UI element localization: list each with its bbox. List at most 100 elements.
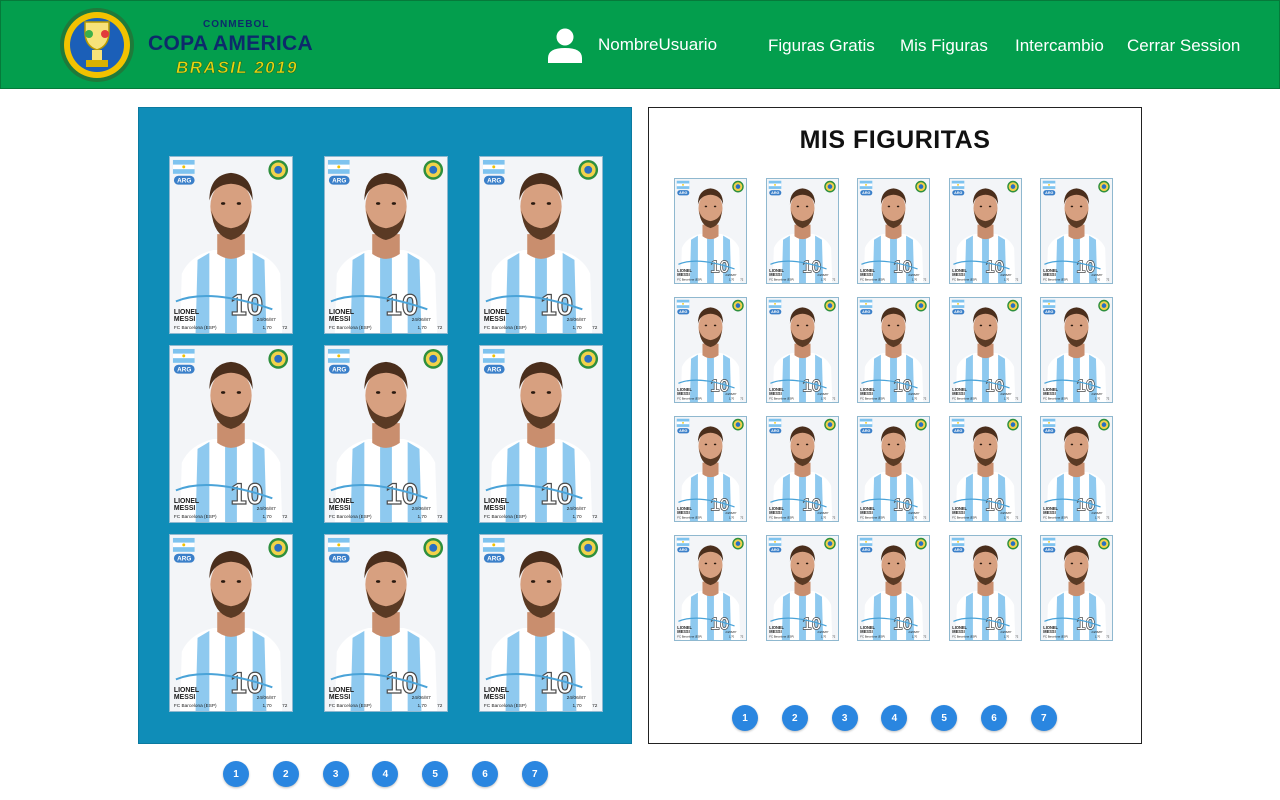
player-sticker-image: ARG 10 LIONEL MESSI 24/06/87 FC Barcelon… — [480, 346, 602, 522]
sticker-team-text: ARG — [487, 556, 501, 563]
album-sticker-3[interactable]: ARG 10 LIONEL MESSI 24/06/87 FC Barcelon… — [479, 156, 603, 334]
copa-logo-icon — [1006, 299, 1019, 312]
nav-figuras-gratis[interactable]: Figuras Gratis — [768, 36, 875, 56]
album-sticker-8[interactable]: ARG 10 LIONEL MESSI 24/06/87 FC Barcelon… — [324, 534, 448, 712]
sticker-weight-text: 72 — [282, 514, 288, 520]
argentina-flag-icon — [768, 180, 781, 189]
collection-sticker-4[interactable]: ARG 10 LIONEL MESSI 24/06/87 FC Barcelon… — [948, 178, 1022, 284]
collection-sticker-6[interactable]: ARG 10 LIONEL MESSI 24/06/87 FC Barcelon… — [674, 297, 747, 403]
copa-america-logo[interactable]: CONMEBOL COPA AMERICA BRASIL 2019 — [59, 4, 319, 86]
collection-page-button-4[interactable]: 4 — [881, 705, 908, 731]
sticker-team-text: ARG — [862, 310, 870, 314]
copa-logo-icon — [732, 418, 744, 431]
collection-sticker-5[interactable]: ARG 10 LIONEL MESSI 24/06/87 FC Barcelon… — [1040, 178, 1113, 284]
argentina-flag-icon — [327, 159, 350, 174]
sticker-last-text: MESSI — [677, 391, 689, 396]
sticker-birth-text: 24/06/87 — [412, 695, 431, 701]
album-page-button-3[interactable]: 3 — [322, 761, 349, 787]
user-menu[interactable]: NombreUsuario — [546, 25, 717, 65]
collection-sticker-9[interactable]: ARG 10 LIONEL MESSI 24/06/87 FC Barcelon… — [948, 297, 1022, 403]
collection-page-button-2[interactable]: 2 — [781, 705, 808, 731]
album-page-button-7[interactable]: 7 — [521, 761, 548, 787]
collection-sticker-11[interactable]: ARG 10 LIONEL MESSI 24/06/87 FC Barcelon… — [674, 416, 747, 522]
sticker-birth-text: 24/06/87 — [1000, 630, 1011, 634]
collection-sticker-15[interactable]: ARG 10 LIONEL MESSI 24/06/87 FC Barcelon… — [1040, 416, 1113, 522]
sticker-height-text: 1,70 — [572, 514, 582, 520]
player-sticker-image: ARG 10 LIONEL MESSI 24/06/87 FC Barcelon… — [675, 536, 746, 640]
album-sticker-2[interactable]: ARG 10 LIONEL MESSI 24/06/87 FC Barcelon… — [324, 156, 448, 334]
album-sticker-1[interactable]: ARG 10 LIONEL MESSI 24/06/87 FC Barcelon… — [169, 156, 293, 334]
album-page-button-2[interactable]: 2 — [272, 761, 299, 787]
player-sticker-image: ARG 10 LIONEL MESSI 24/06/87 FC Barcelon… — [949, 179, 1021, 283]
player-sticker-image: ARG 10 LIONEL MESSI 24/06/87 FC Barcelon… — [325, 535, 447, 711]
argentina-flag-icon — [1042, 537, 1056, 546]
album-page-button-4[interactable]: 4 — [372, 761, 399, 787]
collection-page-button-6[interactable]: 6 — [980, 705, 1007, 731]
sticker-height-text: 1,70 — [729, 635, 735, 639]
album-sticker-5[interactable]: ARG 10 LIONEL MESSI 24/06/87 FC Barcelon… — [324, 345, 448, 523]
album-page-button-1[interactable]: 1 — [223, 761, 249, 787]
player-sticker-image: ARG 10 LIONEL MESSI 24/06/87 FC Barcelon… — [949, 298, 1021, 402]
player-sticker-image: ARG 10 LIONEL MESSI 24/06/87 FC Barcelon… — [949, 417, 1021, 521]
album-sticker-4[interactable]: ARG 10 LIONEL MESSI 24/06/87 FC Barcelon… — [169, 345, 293, 523]
sticker-last-text: MESSI — [952, 391, 964, 396]
album-sticker-6[interactable]: ARG 10 LIONEL MESSI 24/06/87 FC Barcelon… — [479, 345, 603, 523]
copa-logo-icon — [823, 418, 836, 431]
nav-mis-figuras[interactable]: Mis Figuras — [900, 36, 988, 56]
collection-sticker-8[interactable]: ARG 10 LIONEL MESSI 24/06/87 FC Barcelon… — [857, 297, 930, 403]
collection-page-button-7[interactable]: 7 — [1030, 705, 1057, 731]
sticker-club-text: FC Barcelona (ESP) — [860, 635, 885, 639]
player-sticker-image: ARG 10 LIONEL MESSI 24/06/87 FC Barcelon… — [1041, 179, 1112, 283]
album-sticker-7[interactable]: ARG 10 LIONEL MESSI 24/06/87 FC Barcelon… — [169, 534, 293, 712]
sticker-birth-text: 24/06/87 — [908, 630, 919, 634]
player-sticker-image: ARG 10 LIONEL MESSI 24/06/87 FC Barcelon… — [858, 417, 929, 521]
sticker-birth-text: 24/06/87 — [1000, 392, 1011, 396]
player-sticker-image: ARG 10 LIONEL MESSI 24/06/87 FC Barcelon… — [766, 179, 838, 283]
sticker-team-text: ARG — [862, 548, 870, 552]
sticker-weight-text: 72 — [1015, 516, 1019, 520]
collection-sticker-20[interactable]: ARG 10 LIONEL MESSI 24/06/87 FC Barcelon… — [1040, 535, 1113, 641]
collection-sticker-16[interactable]: ARG 10 LIONEL MESSI 24/06/87 FC Barcelon… — [674, 535, 747, 641]
collection-sticker-13[interactable]: ARG 10 LIONEL MESSI 24/06/87 FC Barcelon… — [857, 416, 930, 522]
sticker-height-text: 1,70 — [417, 703, 427, 709]
collection-sticker-10[interactable]: ARG 10 LIONEL MESSI 24/06/87 FC Barcelon… — [1040, 297, 1113, 403]
collection-page-button-5[interactable]: 5 — [931, 705, 958, 731]
copa-logo-icon — [915, 299, 927, 312]
sticker-last-text: MESSI — [484, 694, 505, 701]
sticker-height-text: 1,70 — [262, 703, 272, 709]
sticker-weight-text: 72 — [923, 635, 927, 639]
sticker-weight-text: 72 — [1015, 397, 1019, 401]
collection-sticker-3[interactable]: ARG 10 LIONEL MESSI 24/06/87 FC Barcelon… — [857, 178, 930, 284]
album-page-button-6[interactable]: 6 — [471, 761, 498, 787]
copa-logo-icon — [1006, 180, 1019, 193]
sticker-team-text: ARG — [332, 556, 346, 563]
collection-page-button-3[interactable]: 3 — [831, 705, 858, 731]
sticker-club-text: FC Barcelona (ESP) — [329, 703, 372, 709]
sticker-last-text: MESSI — [484, 316, 505, 323]
collection-sticker-14[interactable]: ARG 10 LIONEL MESSI 24/06/87 FC Barcelon… — [948, 416, 1022, 522]
sticker-birth-text: 24/06/87 — [1000, 511, 1011, 515]
sticker-height-text: 1,70 — [912, 635, 918, 639]
collection-sticker-2[interactable]: ARG 10 LIONEL MESSI 24/06/87 FC Barcelon… — [765, 178, 839, 284]
nav-intercambio[interactable]: Intercambio — [1015, 36, 1104, 56]
argentina-flag-icon — [172, 537, 195, 552]
sticker-last-text: MESSI — [174, 316, 195, 323]
sticker-club-text: FC Barcelona (ESP) — [484, 703, 527, 709]
collection-page-button-1[interactable]: 1 — [732, 705, 758, 731]
collection-sticker-12[interactable]: ARG 10 LIONEL MESSI 24/06/87 FC Barcelon… — [765, 416, 839, 522]
sticker-weight-text: 72 — [923, 397, 927, 401]
copa-logo-icon — [423, 159, 444, 180]
collection-sticker-18[interactable]: ARG 10 LIONEL MESSI 24/06/87 FC Barcelon… — [857, 535, 930, 641]
nav-cerrar-session[interactable]: Cerrar Session — [1127, 36, 1240, 56]
album-page-button-5[interactable]: 5 — [422, 761, 449, 787]
collection-sticker-17[interactable]: ARG 10 LIONEL MESSI 24/06/87 FC Barcelon… — [765, 535, 839, 641]
sticker-team-text: ARG — [332, 367, 346, 374]
collection-sticker-7[interactable]: ARG 10 LIONEL MESSI 24/06/87 FC Barcelon… — [765, 297, 839, 403]
collection-sticker-19[interactable]: ARG 10 LIONEL MESSI 24/06/87 FC Barcelon… — [948, 535, 1022, 641]
sticker-club-text: FC Barcelona (ESP) — [1043, 635, 1068, 639]
album-sticker-9[interactable]: ARG 10 LIONEL MESSI 24/06/87 FC Barcelon… — [479, 534, 603, 712]
sticker-birth-text: 24/06/87 — [725, 630, 736, 634]
collection-sticker-1[interactable]: ARG 10 LIONEL MESSI 24/06/87 FC Barcelon… — [674, 178, 747, 284]
sticker-last-text: MESSI — [860, 391, 872, 396]
sticker-birth-text: 24/06/87 — [412, 317, 431, 323]
